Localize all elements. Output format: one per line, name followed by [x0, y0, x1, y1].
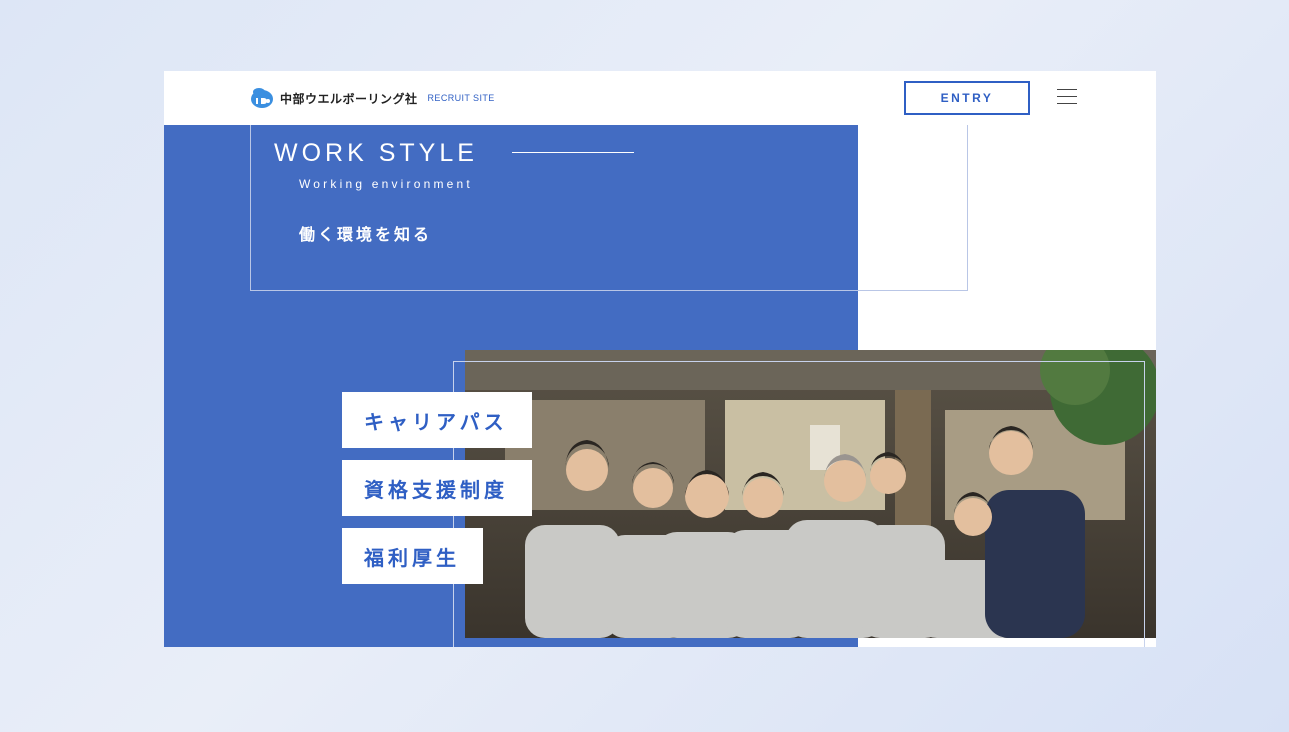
- site-header: 中部ウエルボーリング社 RECRUIT SITE ENTRY: [164, 71, 1156, 125]
- title-rule: [512, 152, 634, 153]
- site-logo[interactable]: 中部ウエルボーリング社 RECRUIT SITE: [250, 87, 495, 109]
- staff-photo-illustration: [465, 350, 1156, 638]
- welfare-benefits-link[interactable]: 福利厚生: [342, 528, 483, 584]
- decorative-outline: [250, 107, 968, 291]
- section-jp-title: 働く環境を知る: [299, 225, 433, 244]
- career-path-link[interactable]: キャリアパス: [342, 392, 532, 448]
- entry-button[interactable]: ENTRY: [904, 81, 1030, 115]
- page-frame: 中部ウエルボーリング社 RECRUIT SITE ENTRY WORK STYL…: [164, 71, 1156, 647]
- company-logo-icon: [251, 88, 273, 108]
- recruit-site-label: RECRUIT SITE: [427, 93, 495, 103]
- section-subtitle: Working environment: [299, 177, 473, 191]
- section-title: WORK STYLE: [274, 139, 478, 167]
- hamburger-menu-icon[interactable]: [1057, 89, 1077, 107]
- qualification-support-link[interactable]: 資格支援制度: [342, 460, 532, 516]
- company-name: 中部ウエルボーリング社: [280, 91, 418, 106]
- staff-group-photo: [465, 350, 1156, 638]
